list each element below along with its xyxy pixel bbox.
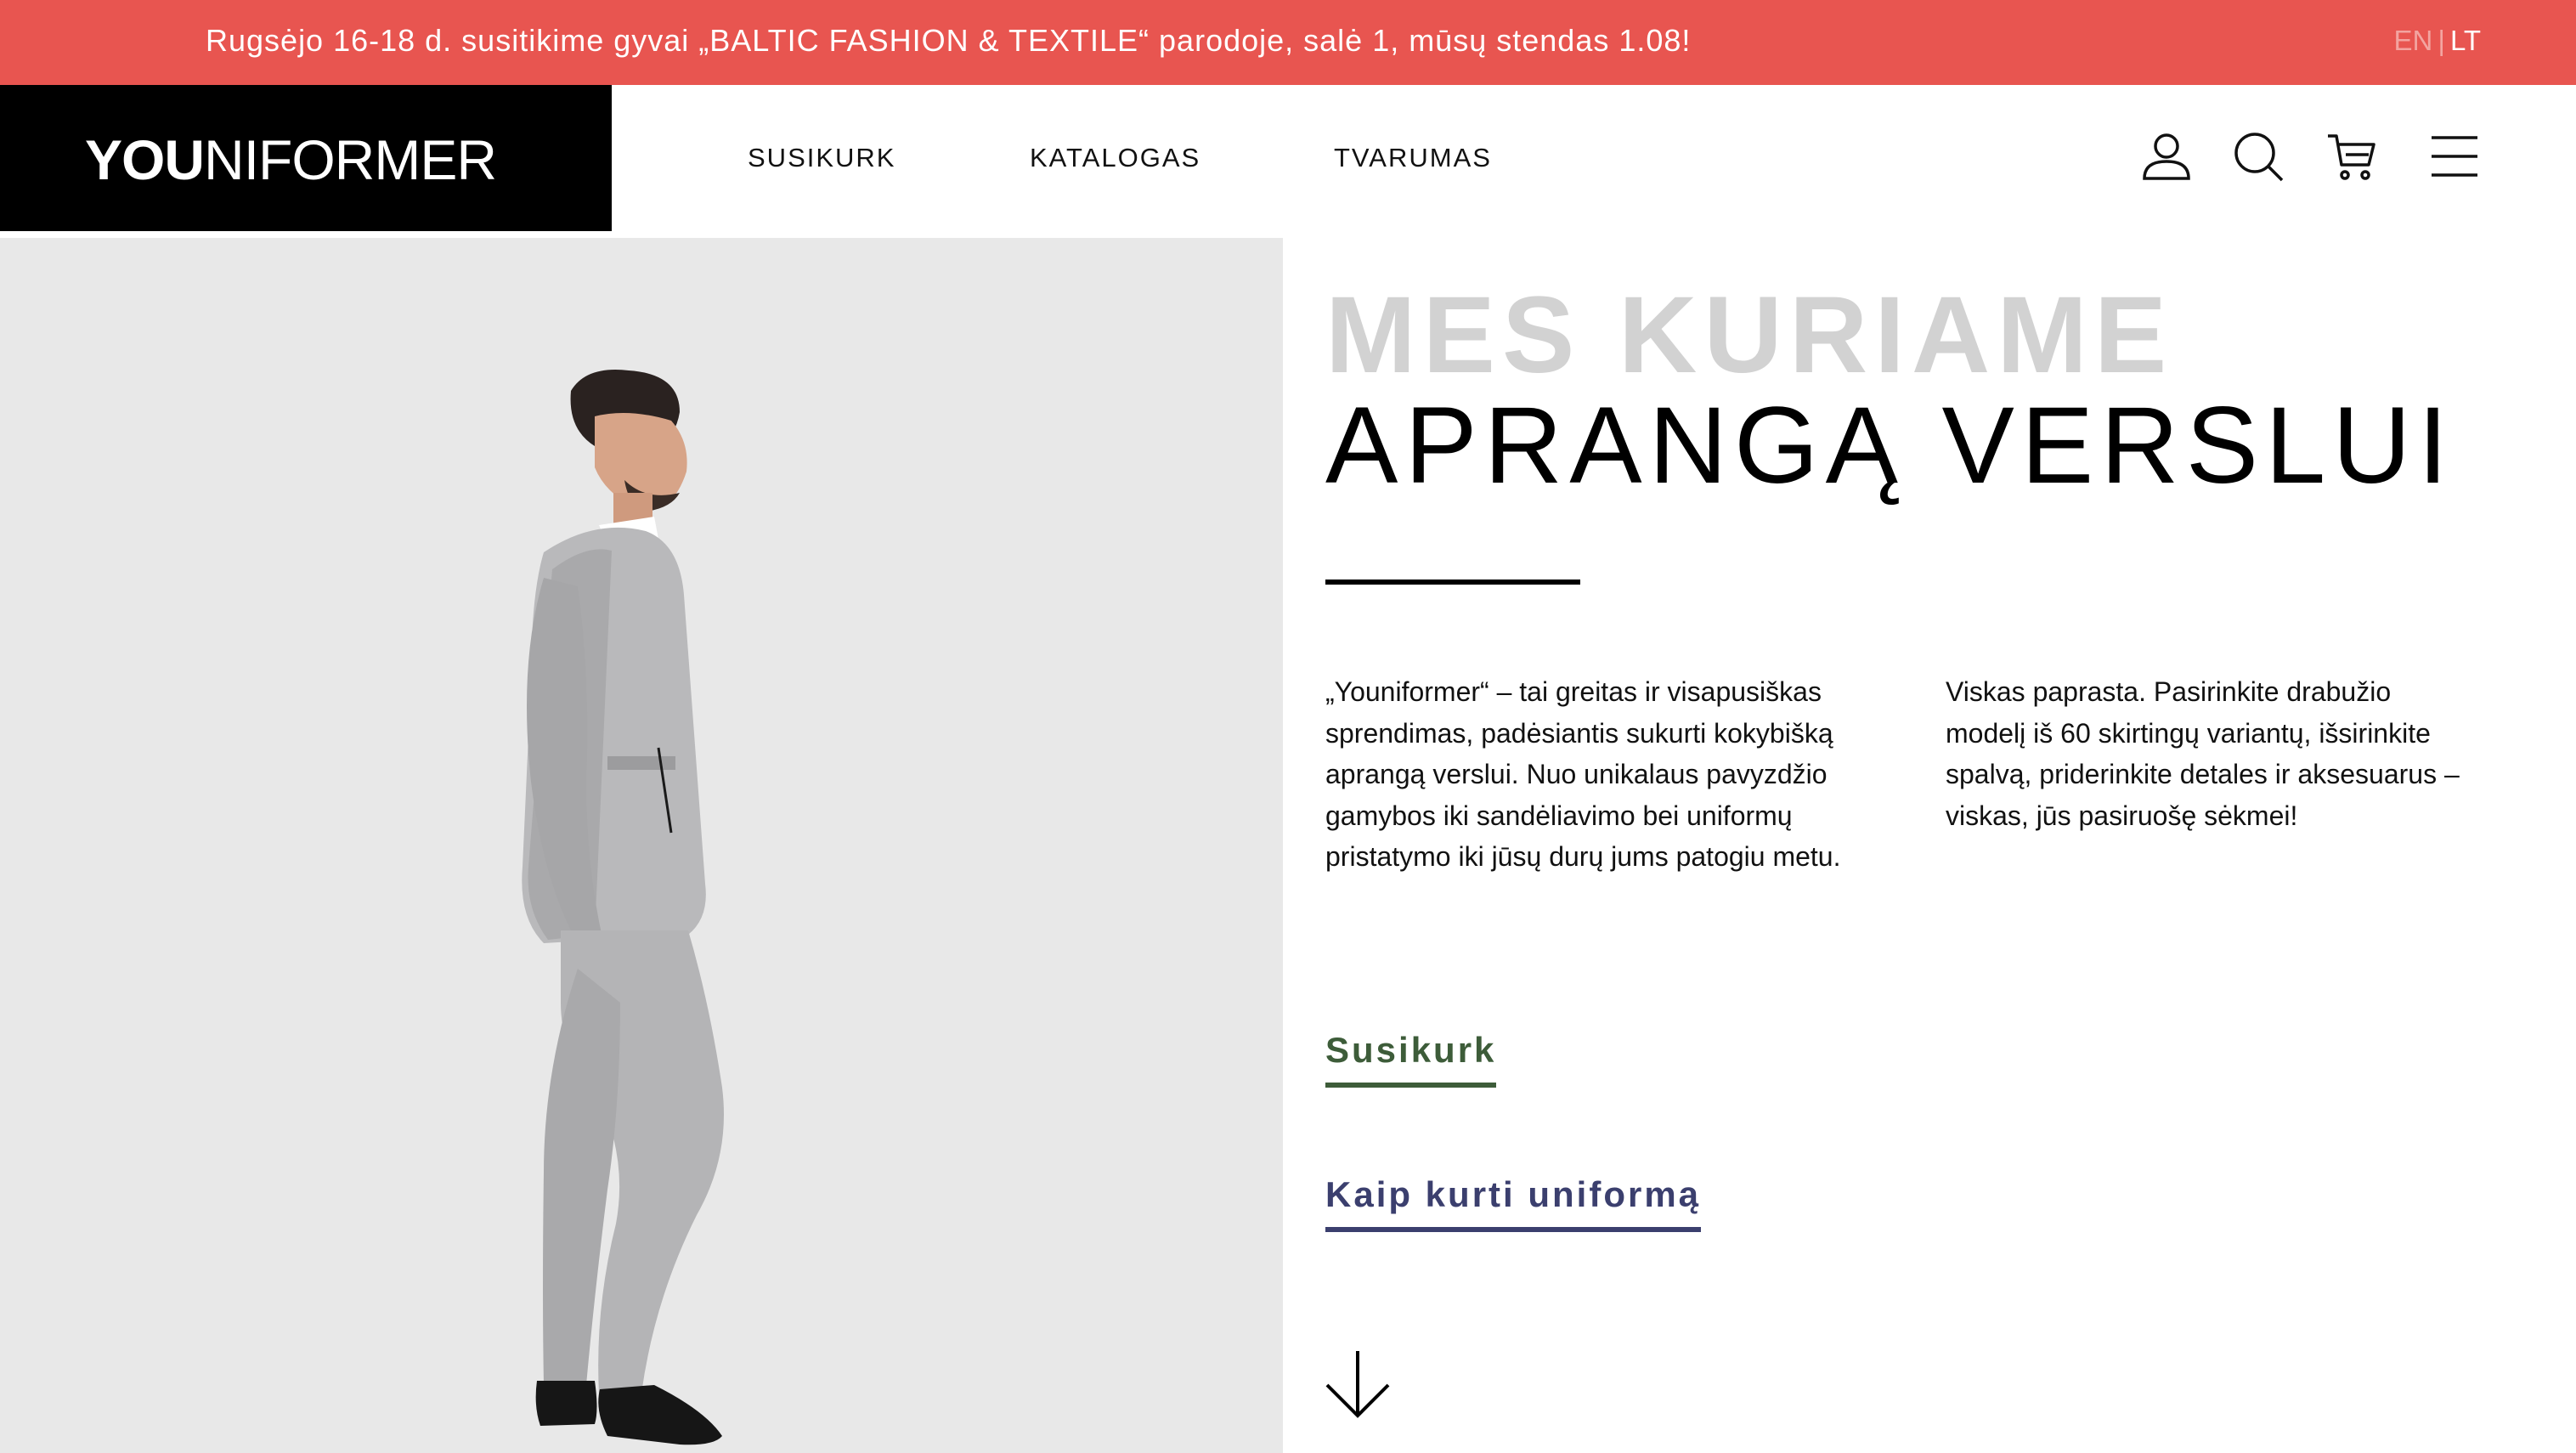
how-to-create-uniform-link[interactable]: Kaip kurti uniformą <box>1325 1174 1702 1232</box>
logo-bold-part: YOU <box>85 128 205 191</box>
model-in-suit-illustration <box>522 370 724 1445</box>
nav-tvarumas[interactable]: TVARUMAS <box>1334 143 1492 173</box>
logo: YOUNIFORMER <box>85 127 497 192</box>
nav-susikurk[interactable]: SUSIKURK <box>748 143 895 173</box>
hero-image <box>0 238 1283 1453</box>
intro-paragraph: „Youniformer“ – tai greitas ir visapusiš… <box>1325 676 1841 872</box>
search-icon[interactable] <box>2231 129 2285 184</box>
title-divider <box>1325 580 1580 585</box>
menu-icon[interactable] <box>2426 129 2477 184</box>
lang-separator: | <box>2438 25 2445 56</box>
cart-icon[interactable] <box>2325 129 2379 184</box>
site-header: YOUNIFORMER SUSIKURK KATALOGAS TVARUMAS <box>0 85 2576 238</box>
hero-subtitle: MES KURIAME <box>1325 274 2174 396</box>
arrow-down-icon[interactable] <box>1322 1348 1393 1421</box>
how-it-works-paragraph: Viskas paprasta. Pasirinkite drabužio mo… <box>1946 676 2460 831</box>
susikurk-link[interactable]: Susikurk <box>1325 1030 1497 1088</box>
lang-lt-link[interactable]: LT <box>2450 25 2481 56</box>
nav-katalogas[interactable]: KATALOGAS <box>1030 143 1200 173</box>
announcement-text[interactable]: Rugsėjo 16-18 d. susitikime gyvai „BALTI… <box>206 0 1691 85</box>
logo-link[interactable]: YOUNIFORMER <box>0 85 612 231</box>
user-icon[interactable] <box>2139 129 2194 184</box>
announcement-bar: Rugsėjo 16-18 d. susitikime gyvai „BALTI… <box>0 0 2576 85</box>
language-switcher: EN | LT <box>2394 0 2481 85</box>
hero-title: APRANGĄ VERSLUI <box>1325 385 2455 506</box>
lang-en-link[interactable]: EN <box>2394 25 2433 56</box>
logo-thin-part: NIFORMER <box>204 128 497 191</box>
